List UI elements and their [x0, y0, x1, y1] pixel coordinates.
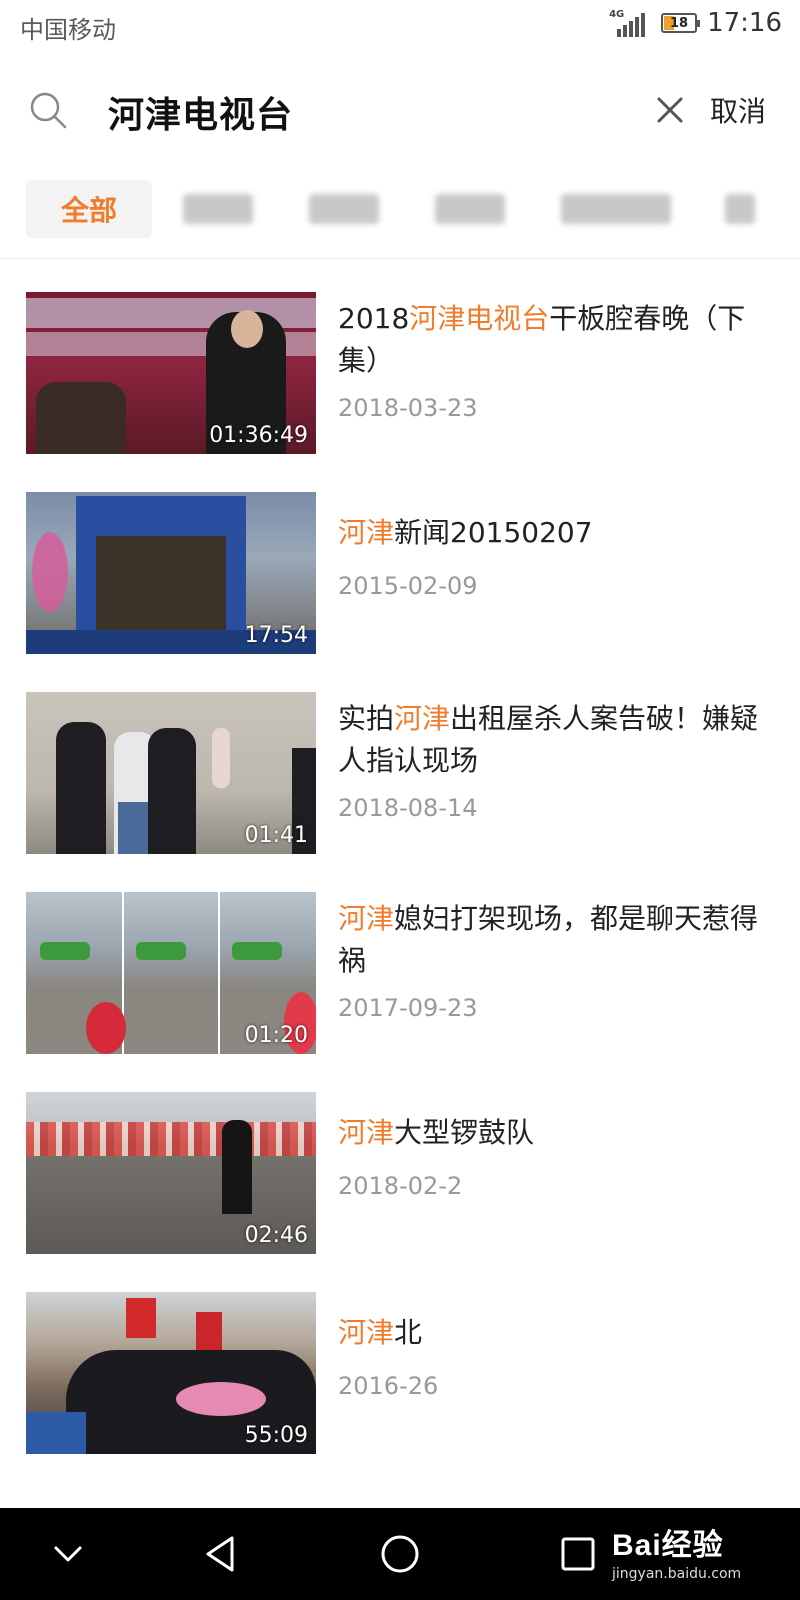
video-title: 实拍河津出租屋杀人案告破！嫌疑人指认现场 — [338, 702, 759, 777]
signal-icon: 4G — [609, 9, 651, 37]
tab-all-label: 全部 — [60, 194, 117, 227]
home-icon[interactable] — [376, 1530, 424, 1578]
video-title: 河津媳妇打架现场，都是聊天惹得祸 — [338, 902, 759, 977]
tab-label-obscured — [309, 194, 379, 224]
video-thumbnail[interactable]: 01:20 — [26, 892, 316, 1054]
video-duration: 17:54 — [244, 623, 308, 648]
video-date: 2016-26 — [338, 1372, 439, 1400]
status-indicators: 4G 18 17:16 — [609, 8, 782, 38]
video-title: 2018河津电视台干板腔春晚（下集） — [338, 302, 746, 377]
tab-category-2[interactable] — [178, 180, 258, 238]
close-icon[interactable] — [654, 94, 686, 126]
video-date: 2015-02-09 — [338, 572, 478, 600]
tab-label-obscured — [435, 194, 505, 224]
video-date: 2017-09-23 — [338, 994, 478, 1022]
video-result-item[interactable]: 01:20 河津媳妇打架现场，都是聊天惹得祸 2017-09-23 — [0, 870, 800, 1070]
search-icon[interactable] — [28, 90, 68, 130]
video-duration: 02:46 — [244, 1223, 308, 1248]
chevron-down-icon[interactable] — [44, 1530, 92, 1578]
video-result-item[interactable]: 01:36:49 2018河津电视台干板腔春晚（下集） 2018-03-23 — [0, 270, 800, 470]
status-bar: 中国移动 4G 18 17:16 — [0, 0, 800, 54]
video-duration: 01:20 — [244, 1023, 308, 1048]
tab-label-obscured — [561, 194, 671, 224]
tab-all[interactable]: 全部 — [26, 180, 152, 238]
video-thumbnail[interactable]: 02:46 — [26, 1092, 316, 1254]
tab-category-6[interactable] — [720, 180, 760, 238]
video-result-item[interactable]: 55:09 河津北 2016-26 — [0, 1270, 800, 1470]
status-time: 17:16 — [707, 8, 782, 38]
back-icon[interactable] — [198, 1530, 246, 1578]
baidu-jingyan-watermark: Bai经验 jingyan.baidu.com — [612, 1520, 741, 1582]
video-thumbnail[interactable]: 01:36:49 — [26, 292, 316, 454]
tab-label-obscured — [183, 194, 253, 224]
video-title: 河津新闻20150207 — [338, 516, 593, 549]
video-result-item[interactable]: 02:46 河津大型锣鼓队 2018-02-2 — [0, 1070, 800, 1270]
watermark-main-text: Bai经验 — [612, 1529, 724, 1562]
category-tabs: 全部 — [0, 172, 800, 259]
video-thumbnail[interactable]: 55:09 — [26, 1292, 316, 1454]
video-duration: 55:09 — [244, 1423, 308, 1448]
system-navigation-bar: Bai经验 jingyan.baidu.com — [0, 1508, 800, 1600]
phone-screen: 中国移动 4G 18 17:16 河津电视台 取消 全部 01:36:49 20… — [0, 0, 800, 1600]
video-duration: 01:36:49 — [209, 423, 308, 448]
recents-icon[interactable] — [554, 1530, 602, 1578]
search-header: 河津电视台 取消 — [0, 62, 800, 168]
tab-category-5[interactable] — [556, 180, 676, 238]
carrier-name: 中国移动 — [20, 16, 116, 44]
video-date: 2018-03-23 — [338, 394, 478, 422]
video-duration: 01:41 — [244, 823, 308, 848]
battery-icon: 18 — [661, 13, 701, 33]
search-input[interactable]: 河津电视台 — [108, 86, 293, 138]
video-result-item[interactable]: 17:54 河津新闻20150207 2015-02-09 — [0, 470, 800, 670]
video-date: 2018-02-2 — [338, 1172, 463, 1200]
battery-level: 18 — [670, 15, 689, 31]
tab-label-obscured — [725, 194, 755, 224]
video-title: 河津北 — [338, 1316, 423, 1349]
video-thumbnail[interactable]: 01:41 — [26, 692, 316, 854]
cancel-button[interactable]: 取消 — [710, 90, 766, 130]
video-thumbnail[interactable]: 17:54 — [26, 492, 316, 654]
video-date: 2018-08-14 — [338, 794, 478, 822]
video-result-item[interactable]: 01:41 实拍河津出租屋杀人案告破！嫌疑人指认现场 2018-08-14 — [0, 670, 800, 870]
tab-category-4[interactable] — [430, 180, 510, 238]
tab-category-3[interactable] — [304, 180, 384, 238]
watermark-url: jingyan.baidu.com — [612, 1566, 742, 1582]
video-title: 河津大型锣鼓队 — [338, 1116, 535, 1149]
